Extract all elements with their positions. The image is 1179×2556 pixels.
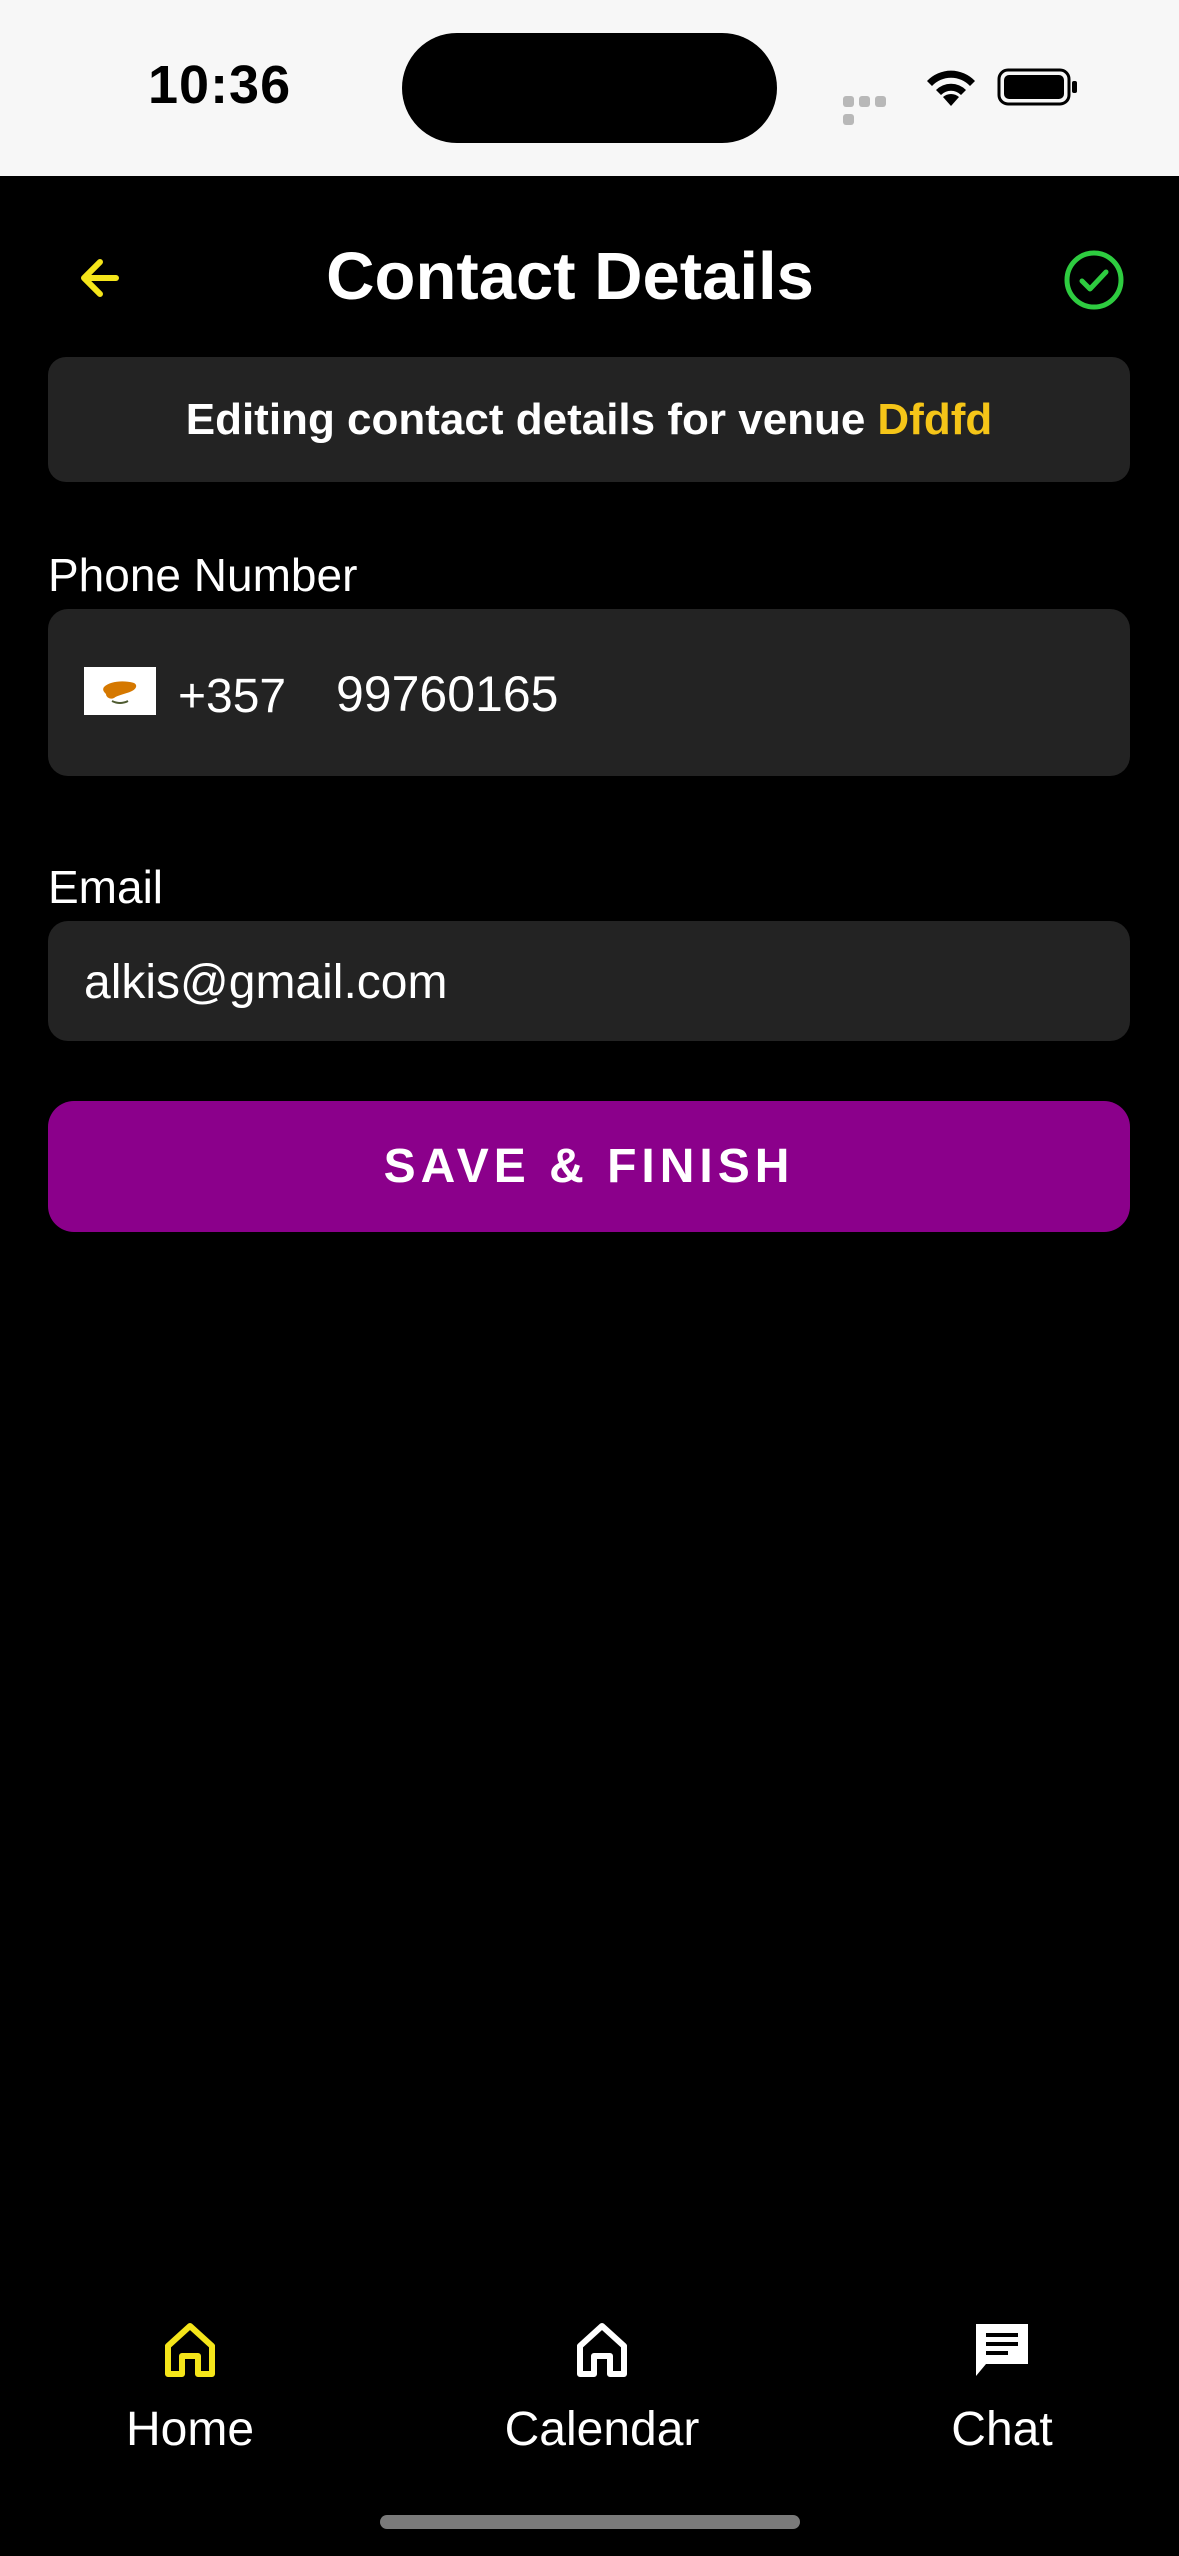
banner-text: Editing contact details for venue [185,394,866,444]
status-bar: 10:36 [0,0,1179,176]
tab-label-home: Home [125,2403,255,2456]
tab-label-chat: Chat [951,2403,1053,2456]
status-time: 10:36 [148,55,292,115]
country-code[interactable]: +357 [178,669,286,724]
check-circle-icon[interactable] [1062,248,1126,312]
venue-name: Dfdfd [877,394,993,444]
tab-calendar[interactable]: Calendar [472,2318,732,2457]
cyprus-flag-icon[interactable] [84,667,156,715]
home-icon [165,2323,215,2377]
chat-icon [976,2324,1028,2376]
phone-number-input[interactable]: 99760165 [336,665,558,723]
home-indicator[interactable] [380,2515,800,2529]
page-title: Contact Details [326,239,814,314]
home-icon [577,2323,627,2377]
email-field[interactable]: alkis@gmail.com [48,921,1130,1041]
cellular-signal-icon [843,94,905,125]
tab-label-calendar: Calendar [504,2403,700,2456]
tab-chat[interactable]: Chat [872,2318,1132,2457]
info-banner: Editing contact details for venue Dfdfd [48,357,1130,482]
phone-number-label: Phone Number [48,549,358,601]
battery-icon [997,68,1077,106]
wifi-icon [927,70,975,106]
tab-home[interactable]: Home [60,2318,320,2457]
dynamic-island [402,33,777,143]
phone-number-field[interactable]: +357 99760165 [48,609,1130,776]
email-input[interactable]: alkis@gmail.com [84,955,447,1010]
email-label: Email [48,861,164,913]
save-finish-button[interactable]: SAVE & FINISH [48,1101,1130,1232]
